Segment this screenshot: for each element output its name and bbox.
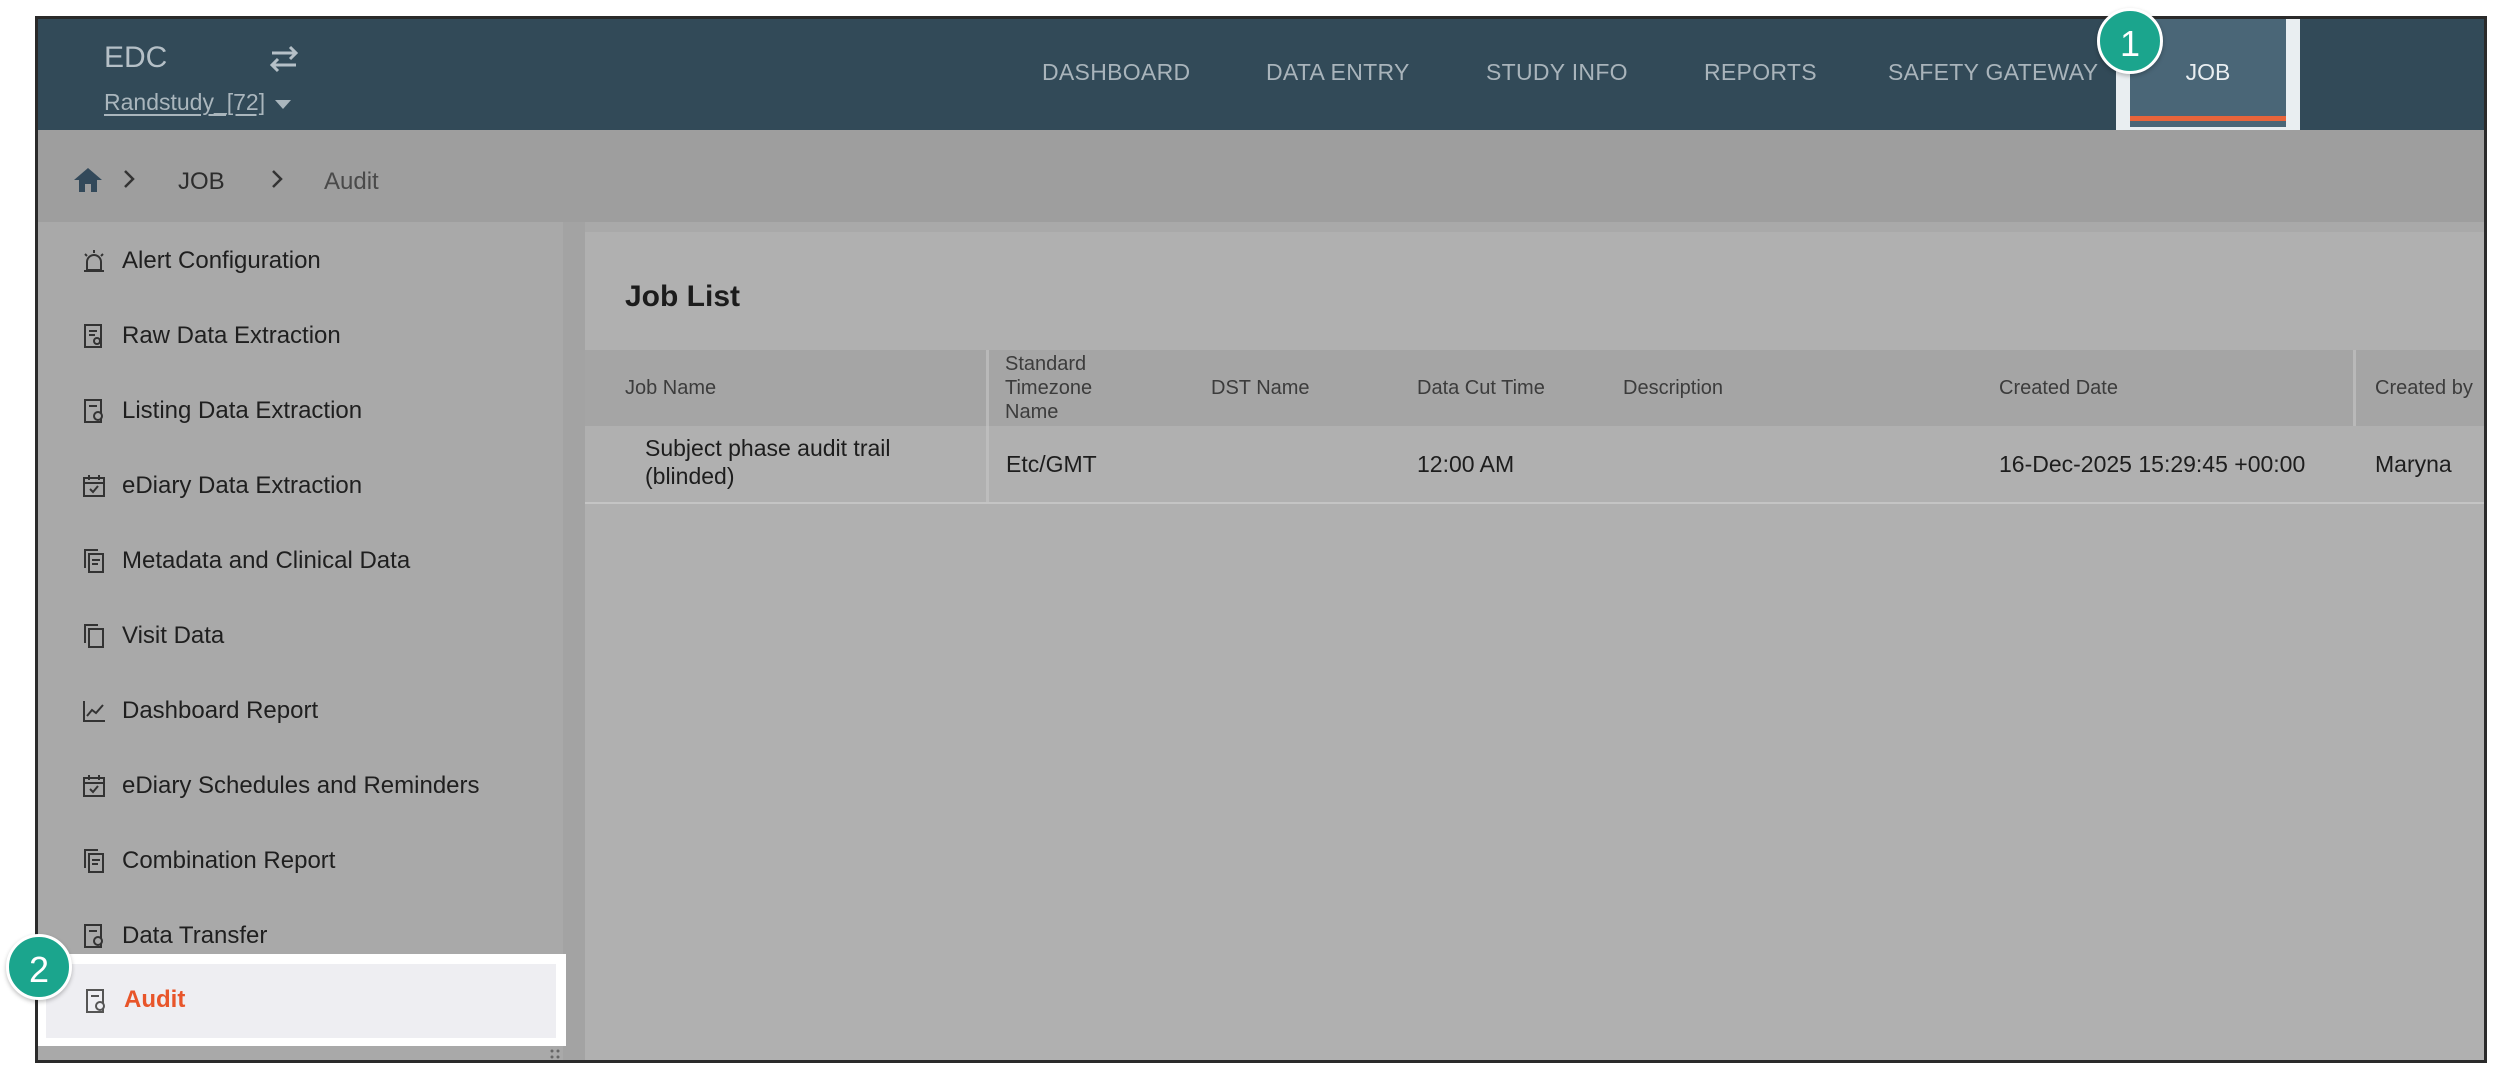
sidebar-item-alert-configuration[interactable]: Alert Configuration <box>38 223 563 298</box>
cell-timezone: Etc/GMT <box>1006 451 1097 477</box>
sidebar-item-listing-data-extraction[interactable]: Listing Data Extraction <box>38 373 563 448</box>
table-row[interactable]: Subject phase audit trail (blinded) Etc/… <box>585 426 2484 504</box>
calendar-check-icon <box>83 774 105 797</box>
sidebar-item-label: Audit <box>124 986 186 1013</box>
column-header-description[interactable]: Description <box>1623 376 1723 400</box>
breadcrumb-audit: Audit <box>324 168 379 195</box>
column-header-created-date[interactable]: Created Date <box>1999 376 2118 400</box>
sidebar-item-label: Data Transfer <box>122 921 268 949</box>
cell-created-by: Maryna <box>2375 451 2452 477</box>
sidebar-item-dashboard-report[interactable]: Dashboard Report <box>38 673 563 748</box>
column-header-dst-name[interactable]: DST Name <box>1211 376 1310 400</box>
nav-dashboard[interactable]: DASHBOARD <box>1042 59 1190 86</box>
page-title: Job List <box>625 280 741 313</box>
home-icon[interactable] <box>72 166 104 194</box>
active-tab-indicator <box>2130 116 2286 121</box>
nav-study-info[interactable]: STUDY INFO <box>1486 59 1628 86</box>
sidebar-item-combination-report[interactable]: Combination Report <box>38 823 563 898</box>
sidebar-item-label: Dashboard Report <box>122 696 319 724</box>
sidebar-item-label: Listing Data Extraction <box>122 396 363 424</box>
sidebar-item-audit[interactable]: Audit <box>46 964 556 1038</box>
resize-handle-icon[interactable] <box>548 1047 562 1061</box>
column-header-created-by[interactable]: Created by <box>2375 376 2473 400</box>
sidebar: Alert Configuration Raw Data Extraction … <box>38 222 563 1060</box>
column-resizer[interactable] <box>986 350 989 426</box>
cell-created-date: 16-Dec-2025 15:29:45 +00:00 <box>1999 451 2306 477</box>
calendar-check-icon <box>83 474 105 497</box>
copy-document-icon <box>84 548 104 573</box>
sidebar-item-label: Combination Report <box>122 846 336 874</box>
line-chart-icon <box>83 700 105 722</box>
sidebar-item-visit-data[interactable]: Visit Data <box>38 598 563 673</box>
sidebar-item-audit-highlight[interactable]: Audit <box>38 954 566 1046</box>
sidebar-item-label: Visit Data <box>122 621 225 649</box>
app-window: EDC Randstudy_[72] DASHBOARD DATA ENTRY … <box>35 16 2487 1063</box>
sidebar-item-label: Alert Configuration <box>122 246 321 274</box>
chevron-right-icon <box>124 170 135 188</box>
document-clock-icon <box>84 923 103 948</box>
alarm-icon <box>84 249 104 272</box>
cell-job-name[interactable]: Subject phase audit trail (blinded) <box>645 434 965 490</box>
sidebar-item-metadata-and-clinical-data[interactable]: Metadata and Clinical Data <box>38 523 563 598</box>
cell-data-cut-time: 12:00 AM <box>1417 451 1515 477</box>
column-header-job-name[interactable]: Job Name <box>625 376 716 400</box>
document-clock-icon <box>86 989 105 1013</box>
sidebar-item-ediary-data-extraction[interactable]: eDiary Data Extraction <box>38 448 563 523</box>
sidebar-item-label: eDiary Data Extraction <box>122 471 363 499</box>
sidebar-item-label: Raw Data Extraction <box>122 321 341 349</box>
chevron-right-icon <box>272 170 283 188</box>
column-resizer[interactable] <box>2353 350 2356 426</box>
nav-data-entry[interactable]: DATA ENTRY <box>1266 59 1410 86</box>
column-header-timezone[interactable]: Standard Timezone Name <box>1005 352 1125 424</box>
sidebar-divider <box>563 222 585 1060</box>
nav-reports[interactable]: REPORTS <box>1704 59 1817 86</box>
sidebar-item-raw-data-extraction[interactable]: Raw Data Extraction <box>38 298 563 373</box>
callout-badge-1: 1 <box>2097 8 2163 74</box>
column-divider <box>986 426 989 502</box>
nav-safety-gateway[interactable]: SAFETY GATEWAY <box>1888 59 2098 86</box>
sidebar-item-label: Metadata and Clinical Data <box>122 546 411 574</box>
sidebar-item-label: eDiary Schedules and Reminders <box>122 771 480 799</box>
copy-icon <box>84 623 104 648</box>
column-header-data-cut-time[interactable]: Data Cut Time <box>1417 376 1545 400</box>
table-header: Job Name Standard Timezone Name DST Name… <box>585 350 2484 426</box>
sidebar-item-ediary-schedules-and-reminders[interactable]: eDiary Schedules and Reminders <box>38 748 563 823</box>
callout-badge-2: 2 <box>6 934 72 1000</box>
breadcrumb-job[interactable]: JOB <box>178 168 225 196</box>
breadcrumb: JOB Audit <box>38 130 2484 222</box>
document-search-icon <box>84 323 102 348</box>
document-clock-icon <box>84 398 103 423</box>
copy-document-icon <box>84 848 104 873</box>
job-list-panel: Job List Job Name Standard Timezone Name… <box>585 232 2484 1060</box>
